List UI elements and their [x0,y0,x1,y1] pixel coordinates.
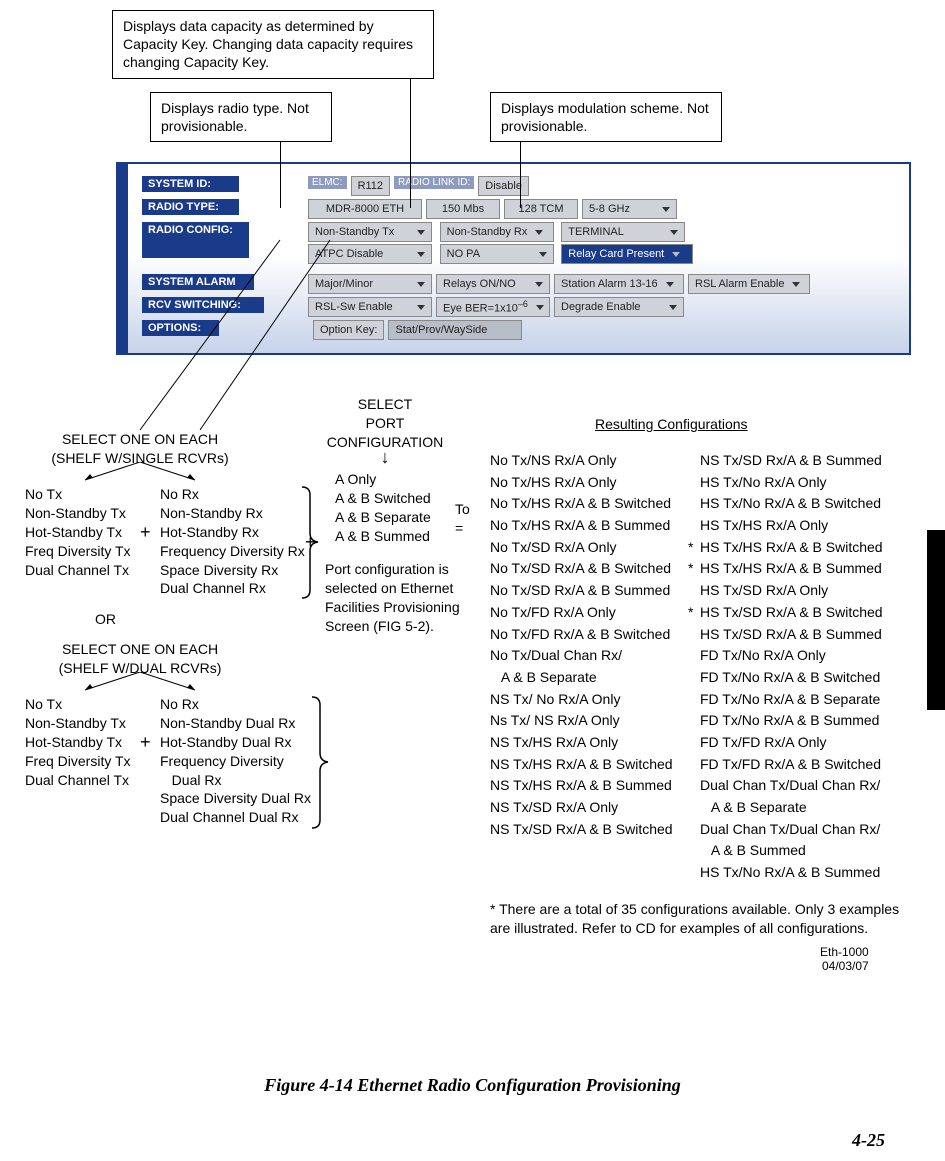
chevron-down-icon [536,305,544,310]
label-options: OPTIONS: [142,320,219,336]
chevron-down-icon [539,252,547,257]
chevron-down-icon [670,230,678,235]
results-col1: No Tx/NS Rx/A OnlyNo Tx/HS Rx/A OnlyNo T… [490,450,673,840]
dropdown-major-minor[interactable]: Major/Minor [308,274,432,294]
port-config-note: Port configuration is selected on Ethern… [325,560,465,636]
dropdown-rsl-alarm[interactable]: RSL Alarm Enable [688,274,810,294]
label-system-alarm: SYSTEM ALARM [142,274,254,290]
or-label: OR [95,610,116,629]
dropdown-pa[interactable]: NO PA [440,244,554,264]
label-rcv-switching: RCV SWITCHING: [142,297,264,313]
chevron-down-icon [535,230,543,235]
button-stat-prov-wayside[interactable]: Stat/Prov/WaySide [388,320,522,340]
doc-id: Eth-1000 04/03/07 [820,945,869,973]
results-heading: Resulting Configurations [595,415,748,434]
plus-icon: + [140,520,151,544]
row-system-id: SYSTEM ID: ELMC: R112 RADIO LINK ID: Dis… [142,176,909,196]
label-radio-type: RADIO TYPE: [142,199,239,215]
row-radio-type: RADIO TYPE: MDR-8000 ETH 150 Mbs 128 TCM… [142,199,909,219]
plus-icon: + [140,730,151,754]
dropdown-atpc[interactable]: ATPC Disable [308,244,432,264]
label-elmc: ELMC: [308,176,347,189]
dropdown-rsl-sw[interactable]: RSL-Sw Enable [308,297,432,317]
field-tcm: 128 TCM [504,199,578,219]
chevron-down-icon [417,305,425,310]
field-radio-link-id-value[interactable]: Disable [478,176,529,196]
field-model: MDR-8000 ETH [308,199,422,219]
callout-capacity: Displays data capacity as determined by … [112,10,434,79]
label-radio-link-id: RADIO LINK ID: [394,176,474,189]
plus-icon: + [305,530,316,554]
chevron-down-icon [666,282,674,287]
label-option-key: Option Key: [313,320,384,340]
callout-modulation: Displays modulation scheme. Not provisio… [490,92,722,142]
dropdown-relays[interactable]: Relays ON/NO [436,274,550,294]
footnote: * There are a total of 35 configurations… [490,900,920,938]
dropdown-eye-ber[interactable]: Eye BER=1x10–6 [436,297,550,317]
row-options: OPTIONS: Option Key: Stat/Prov/WaySide [142,320,909,340]
tx-list-dual: No Tx Non-Standby Tx Hot-Standby Tx Freq… [25,695,131,789]
bracket-icon [310,695,330,830]
row-rcv-switching: RCV SWITCHING: RSL-Sw Enable Eye BER=1x1… [142,297,909,317]
chevron-down-icon [672,252,680,257]
config-panel: SYSTEM ID: ELMC: R112 RADIO LINK ID: Dis… [116,162,911,355]
dropdown-mode[interactable]: TERMINAL [561,222,685,242]
port-config-heading: SELECT PORT CONFIGURATION ↓ [305,395,465,462]
figure-caption: Figure 4-14 Ethernet Radio Configuration… [0,1075,945,1096]
field-rate: 150 Mbs [426,199,500,219]
callout-radio-type: Displays radio type. Not provisionable. [150,92,332,142]
chevron-down-icon [417,252,425,257]
page-tab-edge [927,530,945,710]
chevron-down-icon [669,305,677,310]
rx-list-dual: No Rx Non-Standby Dual Rx Hot-Standby Du… [160,695,311,827]
dropdown-rx[interactable]: Non-Standby Rx [440,222,554,242]
tx-list-single: No Tx Non-Standby Tx Hot-Standby Tx Freq… [25,485,131,579]
results-col2: NS Tx/SD Rx/A & B SummedHS Tx/No Rx/A On… [700,450,883,884]
chevron-down-icon [417,282,425,287]
dropdown-band[interactable]: 5-8 GHz [582,199,677,219]
branch-arrows-icon [35,462,245,482]
dropdown-degrade[interactable]: Degrade Enable [554,297,684,317]
chevron-down-icon [535,282,543,287]
label-radio-config: RADIO CONFIG: [142,222,249,258]
rx-list-single: No Rx Non-Standby Rx Hot-Standby Rx Freq… [160,485,305,598]
row-radio-config: RADIO CONFIG: Non-Standby Tx Non-Standby… [142,222,909,264]
to-equals: To = [455,500,470,538]
port-config-list: A Only A & B Switched A & B Separate A &… [335,470,431,546]
chevron-down-icon [417,230,425,235]
row-system-alarm: SYSTEM ALARM Major/Minor Relays ON/NO St… [142,274,909,294]
field-elmc-value[interactable]: R112 [351,176,390,196]
dropdown-station-alarm[interactable]: Station Alarm 13-16 [554,274,684,294]
chevron-down-icon [792,282,800,287]
dropdown-tx[interactable]: Non-Standby Tx [308,222,432,242]
page-number: 4-25 [852,1130,885,1151]
dropdown-relay-card[interactable]: Relay Card Present [561,244,693,264]
label-system-id: SYSTEM ID: [142,176,239,192]
branch-arrows-icon [35,672,245,692]
chevron-down-icon [662,207,670,212]
